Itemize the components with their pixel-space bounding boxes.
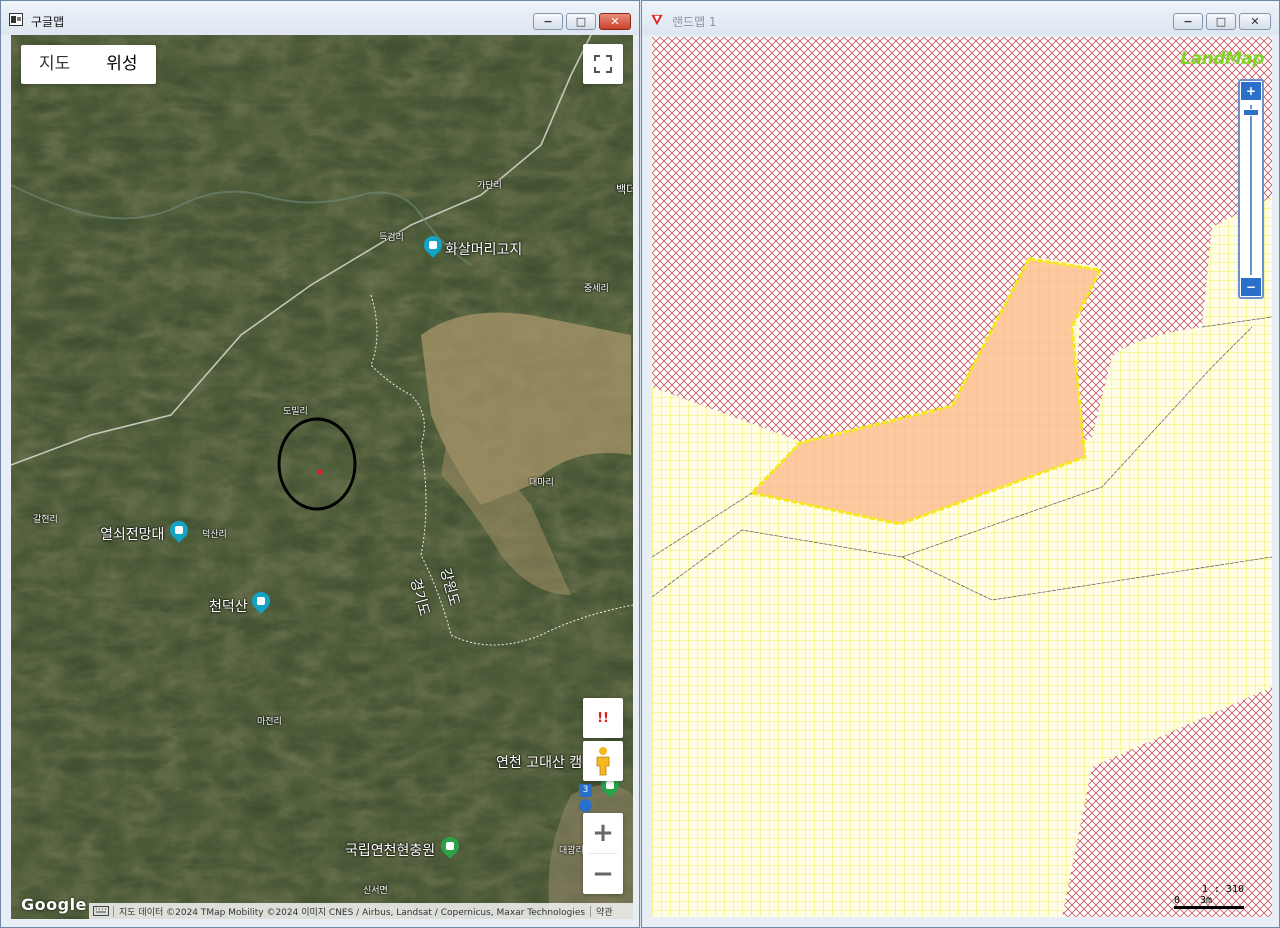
minimize-icon: − [1183, 15, 1193, 28]
terms-link[interactable]: 약관 [591, 905, 618, 918]
scale-zero: 0 [1174, 895, 1181, 906]
window-title: 랜드맵 1 [672, 15, 717, 29]
route-badge: 3 [579, 784, 592, 797]
window-title: 구글맵 [31, 15, 65, 29]
minimize-button[interactable]: − [1173, 13, 1203, 30]
maximize-icon: □ [575, 15, 587, 28]
close-icon: ✕ [610, 15, 620, 28]
maximize-button[interactable]: □ [1206, 13, 1236, 30]
place-label[interactable]: 연천 고대산 캠 [496, 752, 582, 772]
google-logo: Google [21, 895, 87, 914]
place-label: 대마리 [529, 478, 554, 488]
place-label: 대광리 [559, 846, 584, 856]
place-label[interactable]: 국립연천현충원 [345, 840, 435, 860]
place-label: 득검리 [379, 233, 404, 243]
minimize-button[interactable]: − [533, 13, 563, 30]
scale-length: 3m [1200, 895, 1213, 906]
map-type-map-button[interactable]: 지도 [21, 45, 88, 84]
zoom-control: + − [583, 813, 623, 894]
train-station-icon[interactable] [579, 799, 592, 812]
window-buttons: − □ ✕ [1173, 13, 1271, 30]
landmap-app-icon [651, 14, 663, 26]
scale-bar: 1 : 310 0 3m [1174, 884, 1244, 909]
map-data-attribution[interactable]: 지도 데이터 ©2024 TMap Mobility ©2024 이미지 CNE… [114, 905, 590, 918]
satellite-map[interactable]: 지도 위성 가단리 백더 득검리 화살머리고지 중세리 도밀리 대마리 갈현리 … [11, 35, 633, 919]
landmap-titlebar[interactable]: 랜드맵 1 − □ ✕ [642, 1, 1279, 35]
pegman-icon [596, 747, 610, 776]
place-label: 갈현리 [33, 515, 58, 525]
attribution-bar: 지도 데이터 ©2024 TMap Mobility ©2024 이미지 CNE… [89, 903, 633, 919]
zoom-thumb[interactable] [1243, 109, 1259, 116]
fullscreen-icon [594, 55, 612, 73]
minimize-icon: − [543, 15, 553, 28]
app-icon [9, 13, 23, 26]
scale-ratio: 1 : 310 [1201, 884, 1244, 895]
cadastral-map[interactable]: LandMap + − 1 : 310 0 3m [652, 37, 1272, 917]
maximize-icon: □ [1215, 15, 1227, 28]
place-label[interactable]: 천덕산 [209, 596, 248, 616]
place-label: 중세리 [584, 284, 609, 294]
place-label: 마전리 [257, 717, 282, 727]
google-map-window: 구글맵 − □ ✕ 지도 위성 가단리 백더 득검리 화살머리고지 중세리 도밀… [0, 0, 640, 928]
warning-button[interactable]: !! [583, 698, 623, 738]
place-label: 신서면 [363, 886, 388, 896]
place-label[interactable]: 화살머리고지 [445, 239, 522, 259]
zoom-slider[interactable]: + − [1238, 79, 1264, 299]
place-label: 도밀리 [283, 407, 308, 417]
place-label: 백더 [616, 183, 633, 196]
place-label[interactable]: 열쇠전망대 [100, 524, 164, 544]
maximize-button[interactable]: □ [566, 13, 596, 30]
close-button[interactable]: ✕ [1239, 13, 1271, 30]
landmap-window: 랜드맵 1 − □ ✕ LandMap + − 1: 310 0 3m [641, 0, 1280, 928]
fullscreen-button[interactable] [583, 44, 623, 84]
google-map-titlebar[interactable]: 구글맵 − □ ✕ [1, 1, 639, 35]
keyboard-icon[interactable] [93, 906, 109, 916]
zoom-out-button[interactable]: − [583, 854, 623, 894]
landmap-logo: LandMap [1180, 49, 1264, 69]
zoom-out-button[interactable]: − [1241, 278, 1261, 296]
map-type-toggle: 지도 위성 [21, 45, 156, 84]
map-type-satellite-button[interactable]: 위성 [88, 45, 155, 84]
zoom-in-button[interactable]: + [1241, 82, 1261, 100]
zoom-track[interactable] [1250, 105, 1252, 275]
close-button[interactable]: ✕ [599, 13, 631, 30]
cadastral-parcels [652, 37, 1272, 917]
close-icon: ✕ [1250, 15, 1260, 28]
zoom-in-button[interactable]: + [583, 813, 623, 853]
scale-line [1174, 906, 1244, 909]
window-buttons: − □ ✕ [533, 13, 631, 30]
street-view-pegman[interactable] [583, 741, 623, 781]
place-label: 덕산리 [202, 530, 227, 540]
place-label: 가단리 [477, 181, 502, 191]
